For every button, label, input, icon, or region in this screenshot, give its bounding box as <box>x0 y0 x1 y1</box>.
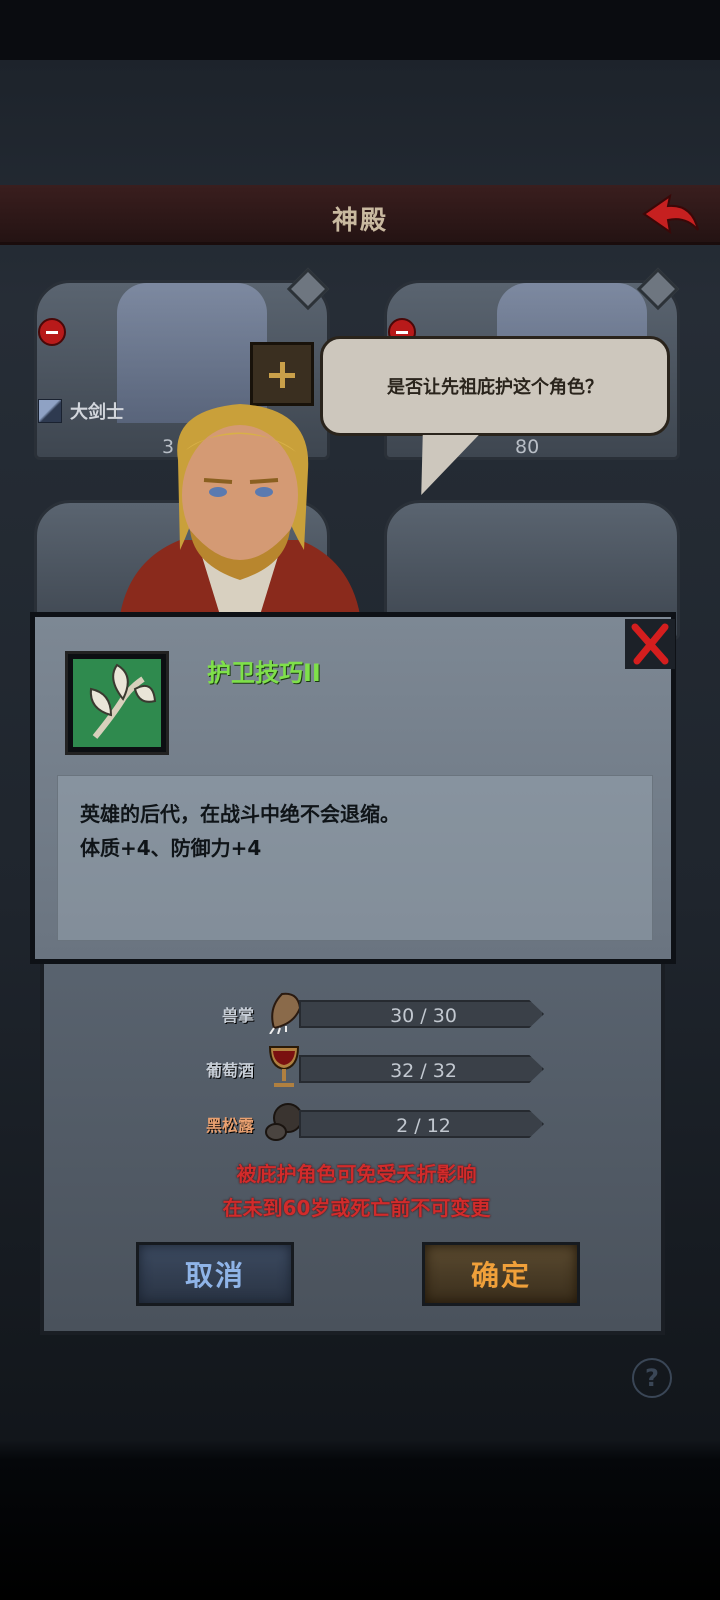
speech-bubble: 是否让先祖庇护这个角色？ <box>320 336 670 436</box>
resource-value: 30 / 30 <box>390 1005 457 1027</box>
resource-row: 黑松露 2 / 12 <box>44 1098 669 1148</box>
resource-label: 黑松露 <box>205 1116 254 1135</box>
resource-value: 32 / 32 <box>390 1060 457 1082</box>
close-icon[interactable] <box>625 619 675 669</box>
cancel-button[interactable]: 取消 <box>136 1242 294 1306</box>
skill-tooltip: 护卫技巧II 英雄的后代，在战斗中绝不会退缩。 体质+4、防御力+4 <box>30 612 676 964</box>
skill-icon-frame <box>65 651 169 755</box>
skill-description-box: 英雄的后代，在战斗中绝不会退缩。 体质+4、防御力+4 <box>57 775 653 941</box>
hero-age: 80 <box>515 436 540 458</box>
back-arrow-icon[interactable] <box>640 192 702 238</box>
skill-title: 护卫技巧II <box>207 659 321 687</box>
resource-bar: 30 / 30 <box>299 1000 544 1028</box>
skill-description-line-2: 体质+4、防御力+4 <box>80 836 262 860</box>
resource-label: 葡萄酒 <box>205 1061 254 1080</box>
warning-line-2: 在未到60岁或死亡前不可变更 <box>222 1196 491 1220</box>
warning-line-1: 被庇护角色可免受夭折影响 <box>236 1162 477 1186</box>
resource-row: 兽掌 30 / 30 <box>44 988 669 1038</box>
sword-icon <box>38 399 62 423</box>
resource-value: 2 / 12 <box>396 1115 451 1137</box>
help-icon[interactable]: ? <box>632 1358 672 1398</box>
bubble-text: 是否让先祖庇护这个角色？ <box>387 377 603 398</box>
page-title: 神殿 <box>331 206 388 236</box>
leaf-branch-icon <box>89 663 157 739</box>
truffle-icon <box>265 1103 303 1141</box>
resource-bar: 32 / 32 <box>299 1055 544 1083</box>
goblet-icon <box>268 1046 300 1087</box>
resource-label: 兽掌 <box>221 1006 254 1025</box>
remove-icon[interactable] <box>38 318 66 346</box>
skill-icon-bg <box>73 659 161 747</box>
temple-screen: 神殿 大剑士 3 80 是否让先祖庇护这个角色？ 兽掌 30 / 30 葡萄酒 … <box>0 0 720 1600</box>
paw-icon <box>269 992 302 1034</box>
resource-row: 葡萄酒 32 / 32 <box>44 1043 669 1093</box>
resource-bar: 2 / 12 <box>299 1110 544 1138</box>
add-hero-button[interactable] <box>250 342 314 406</box>
skill-description-line-1: 英雄的后代，在战斗中绝不会退缩。 <box>80 802 400 826</box>
confirm-button[interactable]: 确定 <box>422 1242 580 1306</box>
ancestor-blessing-dialog: 兽掌 30 / 30 葡萄酒 32 / 32 黑松露 2 / 12 被庇护角色可… <box>40 930 665 1335</box>
